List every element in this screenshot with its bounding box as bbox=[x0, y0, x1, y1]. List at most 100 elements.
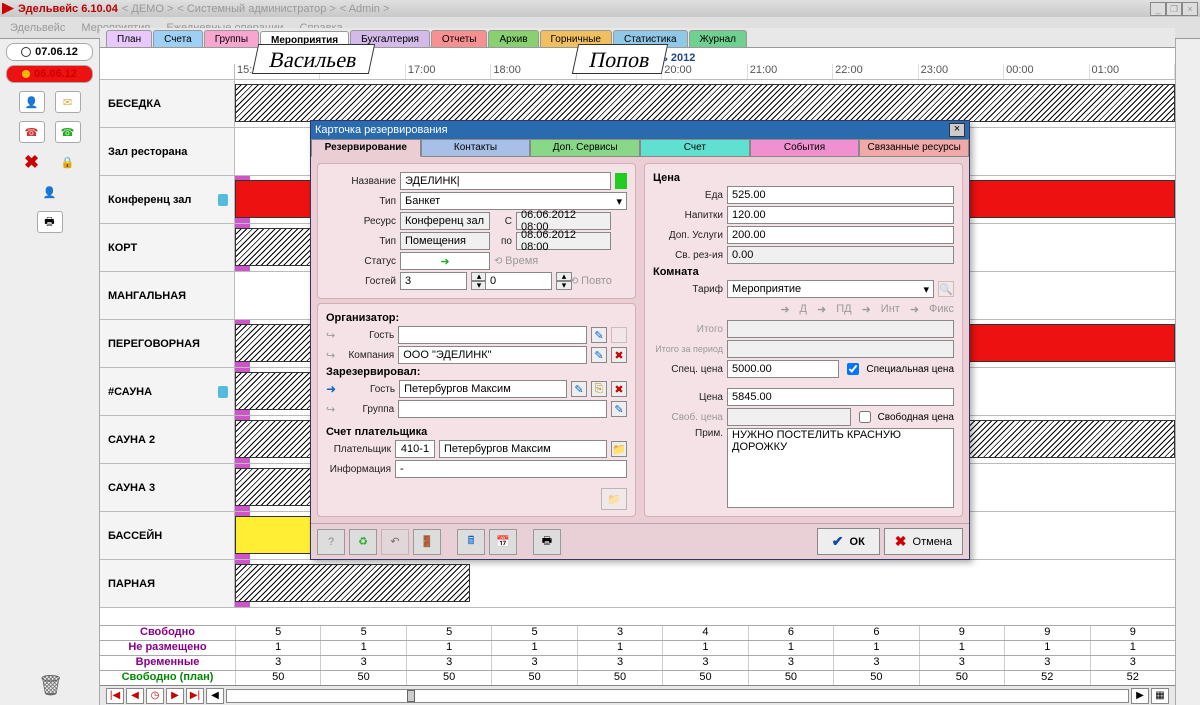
org-guest-input[interactable] bbox=[398, 326, 587, 344]
payer-name-field[interactable]: Петербургов Максим bbox=[439, 440, 607, 458]
booking-block[interactable] bbox=[235, 564, 470, 602]
close-window-button[interactable]: × bbox=[1182, 2, 1198, 16]
cancel-button[interactable]: ✖Отмена bbox=[884, 528, 963, 555]
nav-now-button[interactable]: ◷ bbox=[146, 688, 164, 704]
tab-9[interactable]: Журнал bbox=[689, 30, 748, 47]
copy-button[interactable]: ⎘ bbox=[591, 381, 607, 397]
date-selected[interactable]: 06.06.12 bbox=[6, 65, 93, 83]
sb-print-button[interactable]: 🖶 bbox=[37, 211, 63, 233]
res-guest-input[interactable]: Петербургов Максим bbox=[399, 380, 567, 398]
resource-header[interactable]: САУНА 3 bbox=[100, 464, 235, 511]
resource-header[interactable]: МАНГАЛЬНАЯ bbox=[100, 272, 235, 319]
tariff-view-button[interactable]: 🔍 bbox=[938, 281, 954, 297]
dialog-tab-2[interactable]: Доп. Сервисы bbox=[530, 139, 640, 157]
tariff-select[interactable]: Мероприятие▾ bbox=[727, 280, 934, 298]
resource-header[interactable]: БЕСЕДКА bbox=[100, 80, 235, 127]
tab-1[interactable]: Счета bbox=[153, 30, 203, 47]
booking-name-1[interactable]: Васильев bbox=[252, 44, 376, 74]
group-input[interactable] bbox=[398, 400, 607, 418]
tab-5[interactable]: Отчеты bbox=[431, 30, 488, 47]
company-input[interactable]: ООО "ЭДЕЛИНК" bbox=[398, 346, 587, 364]
payer-pick-button[interactable]: 📁 bbox=[611, 441, 627, 457]
nav-scroll-right-button[interactable]: ▶ bbox=[1131, 688, 1149, 704]
payer-code-field[interactable]: 410-1 bbox=[395, 440, 435, 458]
attach-button[interactable]: 📁 bbox=[601, 488, 627, 510]
type-select[interactable]: Банкет▾ bbox=[400, 192, 627, 210]
sb-phone-red-button[interactable]: ☎ bbox=[19, 121, 45, 143]
resource-header[interactable]: КОРТ bbox=[100, 224, 235, 271]
dialog-titlebar[interactable]: Карточка резервирования × bbox=[311, 121, 969, 139]
food-input[interactable]: 525.00 bbox=[727, 186, 954, 204]
pick-guest-button[interactable]: ✎ bbox=[591, 327, 607, 343]
help-button[interactable]: ? bbox=[317, 529, 345, 555]
sb-mail-button[interactable]: ✉ bbox=[55, 91, 81, 113]
nav-scroll-left-button[interactable]: ◀ bbox=[206, 688, 224, 704]
nav-prev-button[interactable]: ◀ bbox=[126, 688, 144, 704]
sb-delete-button[interactable]: ✖ bbox=[19, 151, 45, 173]
resource-header[interactable]: Конференц зал bbox=[100, 176, 235, 223]
trash-button[interactable]: 🗑 bbox=[38, 673, 62, 697]
minimize-button[interactable]: _ bbox=[1150, 2, 1166, 16]
date-today[interactable]: 07.06.12 bbox=[6, 43, 93, 61]
undo-button[interactable]: ↶ bbox=[381, 529, 409, 555]
resource-header[interactable]: САУНА 2 bbox=[100, 416, 235, 463]
pick-group-button[interactable]: ✎ bbox=[611, 401, 627, 417]
sb-guest-button[interactable]: 👤 bbox=[19, 91, 45, 113]
nav-first-button[interactable]: |◀ bbox=[106, 688, 124, 704]
clear-res-guest-button[interactable]: ✖ bbox=[611, 381, 627, 397]
note-input[interactable] bbox=[727, 428, 954, 508]
ok-button[interactable]: ✔ОК bbox=[817, 528, 880, 555]
serv-input[interactable]: 200.00 bbox=[727, 226, 954, 244]
dialog-tab-5[interactable]: Связанные ресурсы bbox=[859, 139, 969, 157]
total-price-input[interactable]: 5845.00 bbox=[727, 388, 954, 406]
calendar-button[interactable]: 📅 bbox=[489, 529, 517, 555]
status-field[interactable]: ➜ bbox=[400, 252, 490, 270]
sb-phone-green-button[interactable]: ☎ bbox=[55, 121, 81, 143]
timeline-scrollbar[interactable] bbox=[226, 689, 1129, 703]
tab-6[interactable]: Архив bbox=[488, 30, 538, 47]
free-checkbox[interactable] bbox=[859, 411, 871, 423]
dialog-tab-4[interactable]: События bbox=[750, 139, 860, 157]
dialog-tab-1[interactable]: Контакты bbox=[421, 139, 531, 157]
sb-user-button[interactable]: 👤 bbox=[37, 181, 63, 203]
drinks-input[interactable]: 120.00 bbox=[727, 206, 954, 224]
resource-header[interactable]: ПЕРЕГОВОРНАЯ bbox=[100, 320, 235, 367]
to-field: 08.06.2012 08:00 bbox=[516, 232, 611, 250]
resource-header[interactable]: #САУНА bbox=[100, 368, 235, 415]
sb-lock-button[interactable]: 🔒 bbox=[55, 151, 81, 173]
spec-checkbox[interactable] bbox=[847, 363, 859, 375]
booking-block[interactable] bbox=[235, 84, 1175, 122]
menu-edelweiss[interactable]: Эдельвейс bbox=[2, 19, 73, 37]
booking-name-2[interactable]: Попов bbox=[572, 44, 668, 74]
resource-header[interactable]: Зал ресторана bbox=[100, 128, 235, 175]
calc-button[interactable]: 🖩 bbox=[457, 529, 485, 555]
resource-header[interactable]: БАССЕЙН bbox=[100, 512, 235, 559]
dialog-close-button[interactable]: × bbox=[949, 123, 965, 137]
guests1-input[interactable]: 3 bbox=[400, 272, 467, 290]
dialog-tab-3[interactable]: Счет bbox=[640, 139, 750, 157]
pick-res-guest-button[interactable]: ✎ bbox=[571, 381, 587, 397]
print-button[interactable]: 🖶 bbox=[533, 529, 561, 555]
resource-header[interactable]: ПАРНАЯ bbox=[100, 560, 235, 607]
maximize-button[interactable]: ❐ bbox=[1166, 2, 1182, 16]
pick-company-button[interactable]: ✎ bbox=[591, 347, 607, 363]
exit-button[interactable]: 🚪 bbox=[413, 529, 441, 555]
tab-0[interactable]: План bbox=[106, 30, 152, 47]
nav-next-button[interactable]: ▶ bbox=[166, 688, 184, 704]
resource-track[interactable] bbox=[235, 560, 1175, 607]
dialog-tab-0[interactable]: Резервирование bbox=[311, 139, 421, 157]
scrollbar-thumb[interactable] bbox=[407, 690, 415, 702]
nav-grid-button[interactable]: ▦ bbox=[1151, 688, 1169, 704]
sv-label: Св. рез-ия bbox=[653, 250, 723, 261]
spec-input[interactable]: 5000.00 bbox=[727, 360, 839, 378]
info-input[interactable]: - bbox=[395, 460, 627, 478]
guests2-input[interactable]: 0 bbox=[485, 272, 552, 290]
phone-icon: ☎ bbox=[25, 126, 39, 139]
tab-2[interactable]: Группы bbox=[204, 30, 259, 47]
nav-last-button[interactable]: ▶| bbox=[186, 688, 204, 704]
clear-company-button[interactable]: ✖ bbox=[611, 347, 627, 363]
clear-guest-button[interactable] bbox=[611, 327, 627, 343]
phone-icon: ☎ bbox=[61, 126, 75, 139]
name-input[interactable]: ЭДЕЛИНК| bbox=[400, 172, 611, 190]
refresh-button[interactable]: ♻ bbox=[349, 529, 377, 555]
